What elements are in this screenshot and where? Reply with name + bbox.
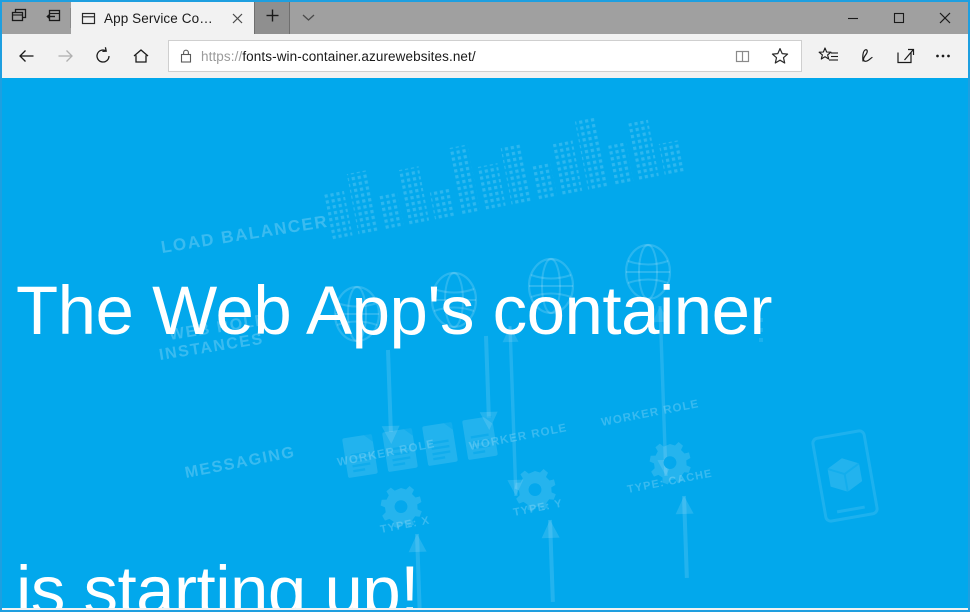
page-headline: The Web App's container is starting up! — [16, 78, 772, 608]
close-window-button[interactable] — [922, 2, 968, 34]
page-viewport: LOAD BALANCER WEB ROLE INSTANCES MESSAGI… — [2, 78, 968, 608]
tab-title: App Service Container — [104, 11, 220, 26]
favorites-hub-icon — [818, 46, 840, 66]
device-cube-watermark — [812, 430, 878, 522]
web-note-pen-icon — [856, 46, 878, 66]
tab-close-button[interactable] — [228, 9, 246, 27]
web-note-button[interactable] — [848, 39, 886, 73]
star-icon — [771, 47, 789, 65]
forward-button[interactable] — [46, 39, 84, 73]
page-content: The Web App's container is starting up! … — [16, 78, 772, 608]
headline-line-1: The Web App's container — [16, 264, 772, 357]
browser-window: App Service Container — [0, 0, 970, 612]
add-favorite-button[interactable] — [765, 42, 795, 70]
refresh-button[interactable] — [84, 39, 122, 73]
tab-dropdown-button[interactable] — [290, 2, 326, 34]
share-button[interactable] — [886, 39, 924, 73]
chevron-down-icon — [302, 9, 315, 27]
minimize-button[interactable] — [830, 2, 876, 34]
address-bar[interactable]: https://fonts-win-container.azurewebsite… — [168, 40, 802, 72]
window-controls — [830, 2, 968, 34]
back-button[interactable] — [8, 39, 46, 73]
browser-toolbar: https://fonts-win-container.azurewebsite… — [2, 34, 968, 78]
share-icon — [894, 46, 916, 66]
tabs-aside-icon — [11, 7, 28, 29]
page-icon — [81, 11, 96, 26]
refresh-icon — [93, 46, 113, 66]
home-icon — [131, 46, 151, 66]
restore-tabs-icon — [44, 7, 62, 29]
url-scheme: https:// — [201, 49, 242, 64]
tab-app-service-container[interactable]: App Service Container — [71, 2, 254, 34]
restore-tabs-aside-button[interactable] — [36, 2, 70, 34]
maximize-icon — [893, 12, 905, 24]
home-button[interactable] — [122, 39, 160, 73]
close-icon — [939, 12, 951, 24]
maximize-button[interactable] — [876, 2, 922, 34]
plus-icon — [265, 8, 280, 28]
minimize-icon — [847, 12, 859, 24]
reading-view-icon — [734, 48, 751, 65]
headline-line-2: is starting up! — [16, 544, 772, 608]
lock-icon — [179, 48, 193, 64]
forward-arrow-icon — [55, 46, 75, 66]
more-ellipsis-icon — [932, 46, 954, 66]
reading-view-button[interactable] — [727, 42, 757, 70]
set-tabs-aside-button[interactable] — [2, 2, 36, 34]
url-host-path: fonts-win-container.azurewebsites.net/ — [242, 49, 475, 64]
more-button[interactable] — [924, 39, 962, 73]
back-arrow-icon — [17, 46, 37, 66]
favorites-hub-button[interactable] — [810, 39, 848, 73]
titlebar: App Service Container — [2, 0, 968, 34]
titlebar-drag-area — [326, 2, 830, 34]
new-tab-button[interactable] — [254, 2, 290, 34]
url-text[interactable]: https://fonts-win-container.azurewebsite… — [201, 49, 719, 64]
